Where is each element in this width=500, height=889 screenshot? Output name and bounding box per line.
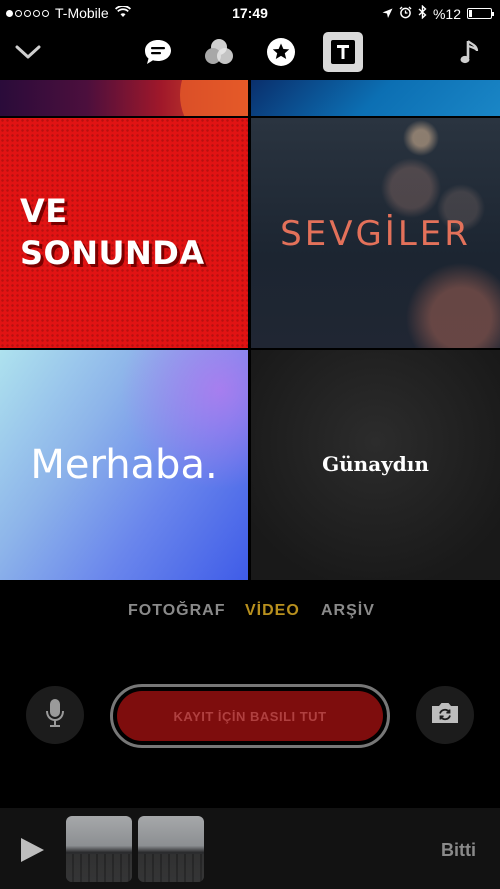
mode-switcher: FOTOĞRAF VİDEO ARŞİV: [0, 600, 500, 624]
record-button[interactable]: KAYIT İÇİN BASILI TUT: [110, 684, 390, 748]
mode-photo[interactable]: FOTOĞRAF: [128, 602, 225, 620]
poster-bokeh-text: SEVGİLER: [280, 214, 471, 254]
poster-partial-top-left[interactable]: [0, 80, 248, 116]
bluetooth-icon: [418, 4, 427, 22]
poster-sevgiler[interactable]: SEVGİLER: [251, 118, 500, 348]
status-bar: T-Mobile 17:49 %12: [0, 0, 500, 26]
music-note-icon[interactable]: [452, 34, 488, 70]
poster-red-line1: VE: [20, 192, 68, 230]
battery-percent: %12: [432, 5, 461, 22]
title-posters-icon[interactable]: [323, 32, 363, 72]
bottom-bar: Bitti: [0, 808, 500, 889]
poster-ve-sonunda[interactable]: VE SONUNDA: [0, 118, 248, 348]
poster-partial-top-right[interactable]: [251, 80, 500, 116]
record-button-label: KAYIT İÇİN BASILI TUT: [117, 691, 383, 741]
filters-icon[interactable]: [201, 34, 237, 70]
status-right: %12: [382, 4, 494, 22]
camera-flip-button[interactable]: [416, 686, 474, 744]
clip-thumbnail[interactable]: [66, 816, 132, 882]
speech-bubble-icon[interactable]: [140, 34, 176, 70]
battery-icon: [467, 8, 494, 19]
location-icon: [382, 6, 393, 22]
poster-grid: VE SONUNDA SEVGİLER Merhaba. Günaydın: [0, 80, 500, 580]
camera-flip-icon: [429, 700, 461, 731]
clip-thumbnail[interactable]: [138, 816, 204, 882]
poster-gunaydin[interactable]: Günaydın: [251, 350, 500, 580]
poster-red-line2: SONUNDA: [20, 234, 205, 272]
star-icon[interactable]: [263, 34, 299, 70]
done-button[interactable]: Bitti: [441, 840, 476, 861]
poster-dark-text: Günaydın: [322, 452, 429, 476]
play-icon[interactable]: [18, 836, 46, 869]
mode-archive[interactable]: ARŞİV: [321, 602, 375, 620]
top-toolbar: [0, 28, 500, 76]
chevron-down-icon[interactable]: [10, 34, 46, 70]
poster-blue-text: Merhaba.: [30, 442, 218, 488]
microphone-icon: [45, 697, 65, 734]
microphone-button[interactable]: [26, 686, 84, 744]
poster-merhaba[interactable]: Merhaba.: [0, 350, 248, 580]
poster-red-text: VE SONUNDA: [20, 190, 205, 274]
alarm-icon: [399, 6, 412, 22]
mode-video[interactable]: VİDEO: [245, 602, 300, 620]
